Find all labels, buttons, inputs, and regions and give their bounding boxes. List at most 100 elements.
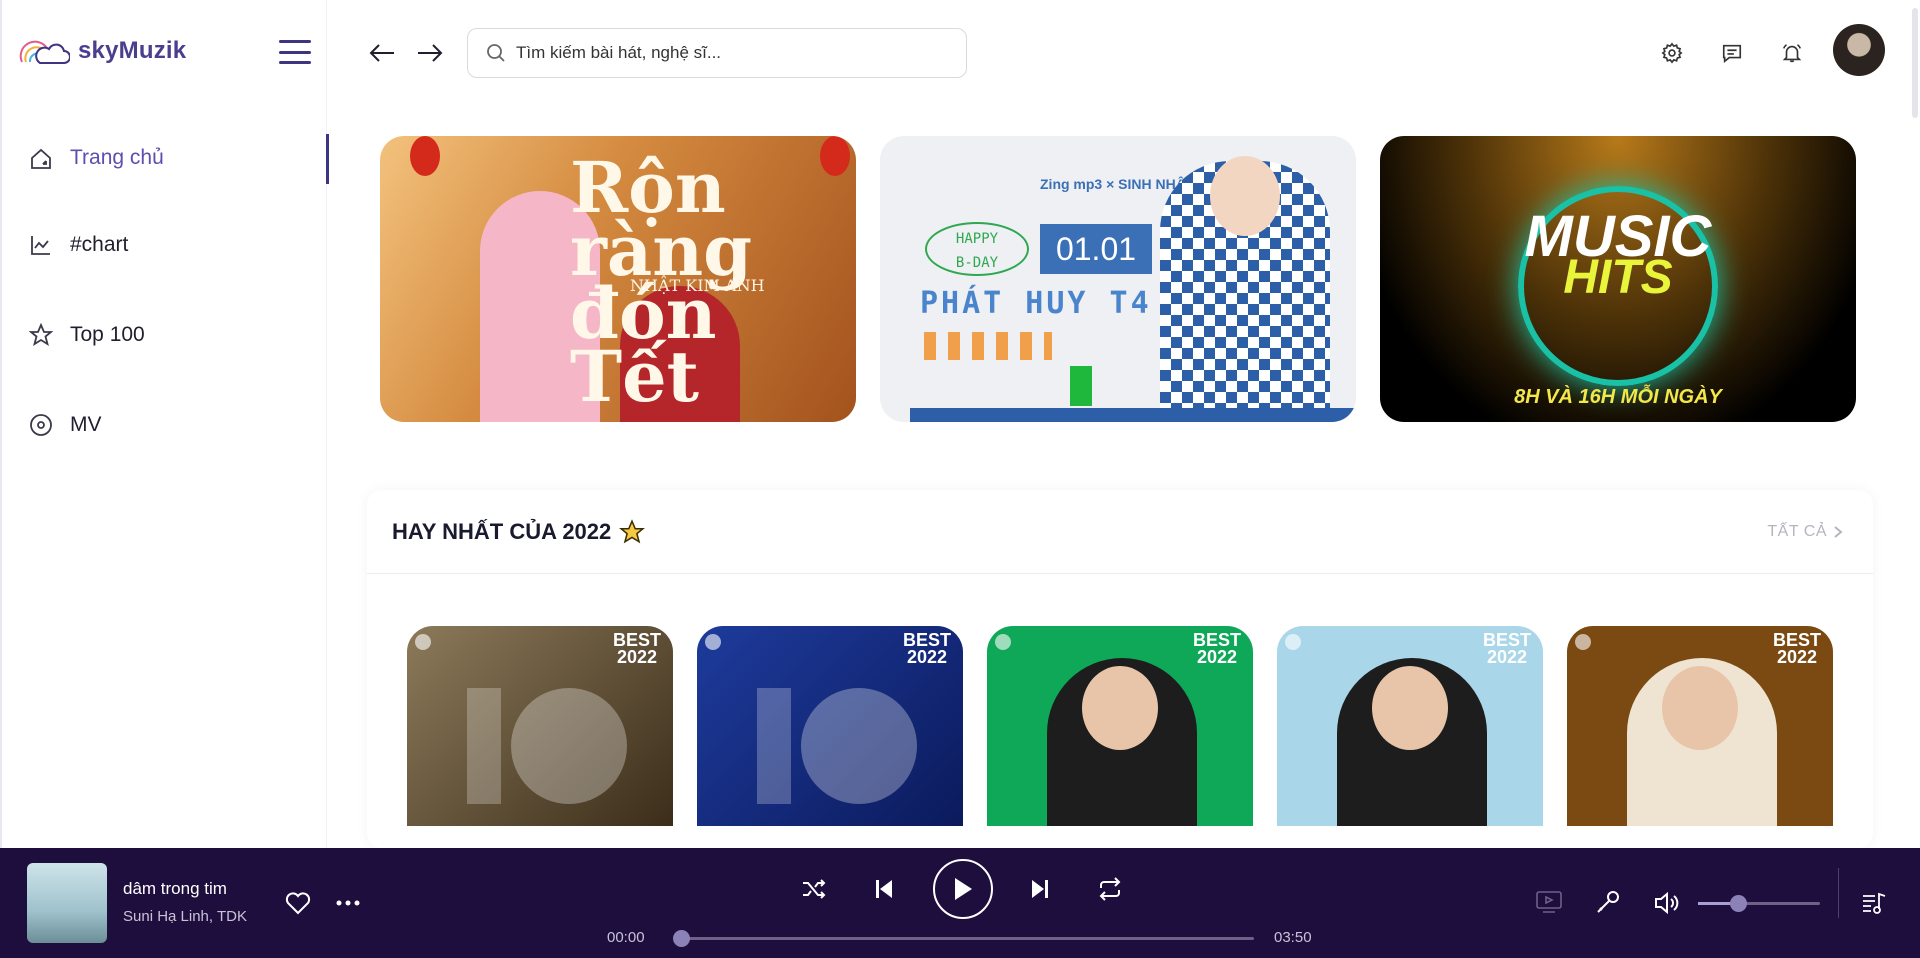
search-input[interactable] [516, 43, 956, 63]
checker-decoration [924, 332, 1052, 360]
player-bar: dâm trong tim Suni Hạ Linh, TDK 00:00 03… [0, 848, 1920, 958]
gear-icon [1661, 42, 1683, 64]
sidebar-item-chart[interactable]: #chart [2, 200, 329, 290]
sidebar-item-label: MV [70, 413, 102, 436]
playlist-card[interactable]: BEST 2022 [1277, 626, 1543, 826]
home-icon [28, 146, 54, 172]
banner-title-line: đón Tết [570, 272, 717, 418]
logo-text: skyMuzik [78, 37, 187, 64]
user-avatar[interactable] [1833, 24, 1885, 76]
disc-icon [28, 412, 54, 438]
artist-face [1372, 666, 1448, 750]
progress-knob[interactable] [673, 930, 690, 947]
birthday-badge: HAPPY B-DAY [925, 222, 1029, 276]
playlist-card[interactable]: BEST 2022 [987, 626, 1253, 826]
section-title: HAY NHẤT CỦA 2022 [392, 518, 646, 545]
track-cover[interactable] [27, 863, 107, 943]
search-box [467, 28, 967, 78]
heart-icon [285, 891, 311, 915]
lantern-decoration [410, 136, 440, 176]
playlist-card[interactable]: BEST 2022 [1567, 626, 1833, 826]
disc-icon [1575, 634, 1591, 650]
message-icon [1721, 42, 1743, 64]
notifications-button[interactable] [1777, 38, 1807, 68]
track-title[interactable]: dâm trong tim [123, 879, 227, 899]
volume-button[interactable] [1652, 890, 1682, 916]
disc-icon [1285, 634, 1301, 650]
logo[interactable]: skyMuzik [18, 36, 186, 66]
repeat-icon [1097, 877, 1123, 901]
banner-ron-rang-don-tet[interactable]: Rộn ràng đón Tết NHẬT KIM ANH [380, 136, 856, 422]
playlist-card[interactable]: BEST 2022 [407, 626, 673, 826]
current-time: 00:00 [607, 929, 645, 946]
playlist-button[interactable] [1860, 890, 1888, 916]
artist-face [1082, 666, 1158, 750]
scrollbar-thumb[interactable] [1912, 8, 1918, 118]
artist-face [1662, 666, 1738, 750]
forward-button[interactable] [412, 38, 448, 68]
page-scrollbar[interactable] [1910, 0, 1920, 848]
back-button[interactable] [364, 38, 400, 68]
badge-line: 2022 [1196, 647, 1238, 668]
birthday-line: HAPPY [955, 231, 999, 247]
see-all-link[interactable]: TẤT CẢ [1767, 523, 1843, 541]
speaker-icon [1653, 891, 1681, 915]
play-button[interactable] [933, 859, 993, 919]
sidebar-item-top100[interactable]: Top 100 [2, 290, 329, 380]
sidebar-nav: Trang chủ #chart Top 100 MV [2, 130, 329, 470]
track-artist[interactable]: Suni Hạ Linh, TDK [123, 908, 247, 925]
best-badge: BEST 2022 [613, 631, 661, 666]
shuffle-button[interactable] [799, 876, 829, 902]
best-badge: BEST 2022 [1193, 631, 1241, 668]
banner-title-line: Rộn ràng [570, 146, 753, 292]
menu-toggle-button[interactable] [279, 40, 311, 64]
messages-button[interactable] [1717, 38, 1747, 68]
previous-button[interactable] [871, 876, 897, 902]
disc-icon [995, 634, 1011, 650]
like-button[interactable] [284, 890, 312, 916]
skip-forward-icon [1030, 878, 1050, 900]
badge-line: 2022 [906, 647, 948, 668]
ten-bar-shape [757, 688, 791, 804]
ten-circle-shape [511, 688, 627, 804]
mv-button[interactable] [1535, 890, 1563, 914]
progress-bar[interactable] [673, 930, 1254, 947]
volume-knob[interactable] [1730, 895, 1748, 912]
banner-music-hits[interactable]: MUSIC HITS 8H VÀ 16H MỖI NGÀY [1380, 136, 1856, 422]
star-icon [619, 518, 646, 545]
monitor-play-icon [1536, 891, 1562, 913]
best-badge: BEST 2022 [903, 631, 951, 668]
hamburger-bar [279, 61, 311, 64]
birthday-line: B-DAY [955, 255, 999, 271]
sidebar-item-label: Trang chủ [70, 146, 164, 169]
banner-carousel: Rộn ràng đón Tết NHẬT KIM ANH Zing mp3 ×… [380, 136, 1856, 422]
badge-line: 2022 [1776, 647, 1818, 668]
sidebar-item-mv[interactable]: MV [2, 380, 329, 470]
sidebar-item-label: Top 100 [70, 323, 145, 346]
lyrics-button[interactable] [1594, 888, 1622, 916]
playlist-card[interactable]: BEST 2022 [697, 626, 963, 826]
settings-button[interactable] [1657, 38, 1687, 68]
queue-music-icon [1861, 891, 1887, 915]
ten-circle-shape [801, 688, 917, 804]
sidebar-item-home[interactable]: Trang chủ [2, 130, 329, 200]
star-icon [28, 322, 54, 348]
best-of-2022-section: HAY NHẤT CỦA 2022 TẤT CẢ BEST 2022 BEST … [367, 490, 1873, 848]
volume-slider[interactable] [1698, 895, 1820, 912]
repeat-button[interactable] [1095, 876, 1125, 902]
app-root: skyMuzik Trang chủ #chart Top 100 MV Tìm… [0, 0, 1920, 958]
sidebar: skyMuzik Trang chủ #chart Top 100 MV [0, 0, 329, 848]
player-divider [1838, 868, 1839, 918]
banner-artist: NHẬT KIM ANH [630, 276, 765, 295]
badge-line: 2022 [1486, 647, 1528, 668]
hamburger-bar [279, 40, 311, 43]
disc-icon [705, 634, 721, 650]
section-title-text: HAY NHẤT CỦA 2022 [392, 518, 612, 544]
more-options-button[interactable] [334, 893, 362, 913]
hamburger-bar [279, 50, 311, 54]
best-badge: BEST 2022 [1483, 631, 1531, 668]
banner-birthday[interactable]: Zing mp3 × SINH NHẬT SAO HAPPY B-DAY 01.… [880, 136, 1356, 422]
ten-bar-shape [467, 688, 501, 804]
next-button[interactable] [1027, 876, 1053, 902]
disc-icon [415, 634, 431, 650]
